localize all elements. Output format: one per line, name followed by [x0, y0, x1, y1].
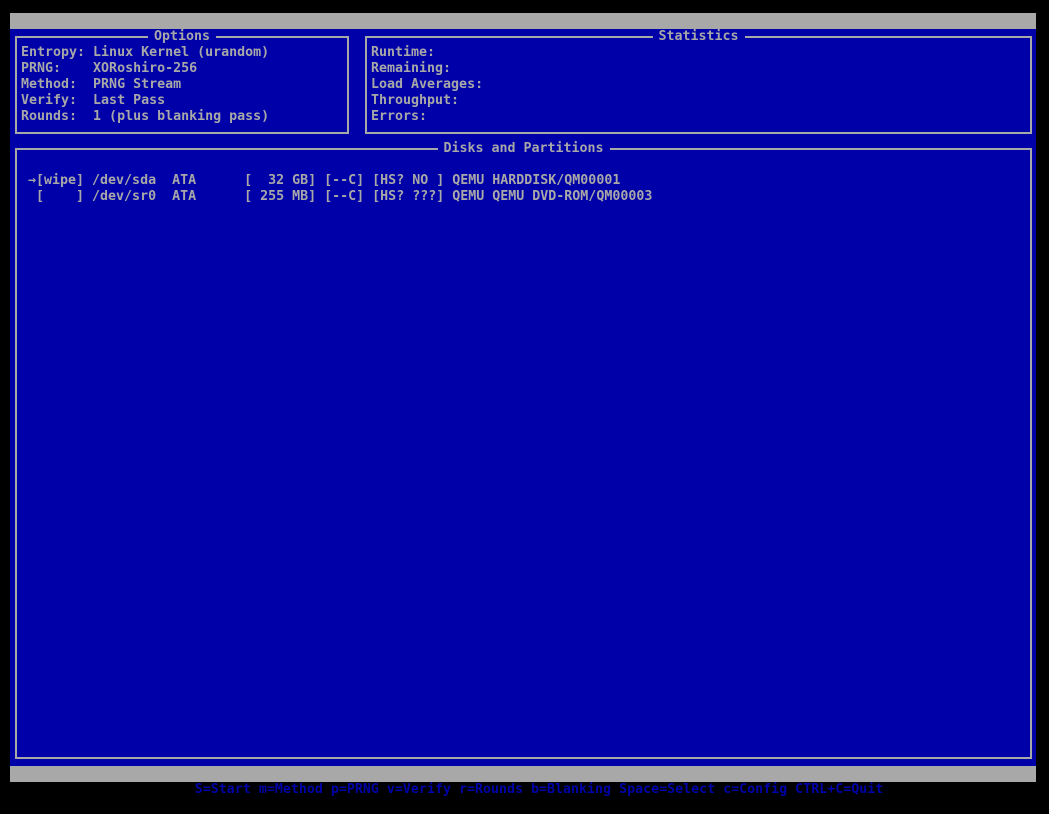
option-value: 1 (plus blanking pass): [93, 109, 269, 125]
option-row-prng: PRNG: XORoshiro-256: [21, 61, 347, 77]
disk-health-status: [HS? ???]: [372, 189, 444, 205]
option-label: Method:: [21, 77, 93, 93]
option-row-verify: Verify: Last Pass: [21, 93, 347, 109]
stat-label: Remaining:: [371, 61, 451, 77]
disk-bus: ATA: [172, 189, 196, 205]
stat-row-throughput: Throughput:: [371, 93, 1030, 109]
disk-health-status: [HS? NO ]: [372, 173, 444, 189]
disk-list: →[wipe] /dev/sda ATA [ 32 GB] [--C] [HS?…: [17, 150, 1030, 205]
disk-model: QEMU QEMU DVD-ROM/QM00003: [452, 189, 652, 205]
terminal-main-area: Options Entropy: Linux Kernel (urandom) …: [10, 29, 1036, 766]
terminal-screen: ShredOS v2024.02.2_26.0_x86-64_0.37 Opti…: [10, 13, 1036, 782]
options-fields: Entropy: Linux Kernel (urandom) PRNG: XO…: [17, 38, 347, 125]
hotkey-hints: S=Start m=Method p=PRNG v=Verify r=Round…: [195, 782, 883, 797]
disk-size: [ 255 MB]: [244, 189, 316, 205]
disk-selection-cell[interactable]: →[wipe]: [28, 173, 84, 189]
disks-panel: Disks and Partitions →[wipe] /dev/sda AT…: [15, 148, 1032, 759]
option-value: PRNG Stream: [93, 77, 181, 93]
disk-device: /dev/sr0: [92, 189, 156, 205]
option-label: Verify:: [21, 93, 93, 109]
option-value: XORoshiro-256: [93, 61, 197, 77]
disk-device: /dev/sda: [92, 173, 156, 189]
options-panel-title: Options: [148, 29, 216, 45]
stat-row-runtime: Runtime:: [371, 45, 1030, 61]
option-value: Last Pass: [93, 93, 165, 109]
option-label: Entropy:: [21, 45, 93, 61]
option-row-method: Method: PRNG Stream: [21, 77, 347, 93]
options-panel: Options Entropy: Linux Kernel (urandom) …: [15, 36, 349, 134]
stat-label: Throughput:: [371, 93, 459, 109]
option-label: Rounds:: [21, 109, 93, 125]
stat-label: Runtime:: [371, 45, 443, 61]
disk-bus: ATA: [172, 173, 196, 189]
statistics-panel: Statistics Runtime: Remaining: Load Aver…: [365, 36, 1032, 134]
statistics-fields: Runtime: Remaining: Load Averages: Throu…: [367, 38, 1030, 125]
disk-selection-cell[interactable]: [ ]: [28, 189, 84, 205]
disk-model: QEMU HARDDISK/QM00001: [452, 173, 620, 189]
disk-row-sr0[interactable]: [ ] /dev/sr0 ATA [ 255 MB] [--C] [HS? ??…: [28, 189, 1030, 205]
disk-row-sda[interactable]: →[wipe] /dev/sda ATA [ 32 GB] [--C] [HS?…: [28, 173, 1030, 189]
stat-label: Load Averages:: [371, 77, 483, 93]
disk-flags: [--C]: [324, 173, 364, 189]
stat-row-load-averages: Load Averages:: [371, 77, 1030, 93]
hotkey-bar: S=Start m=Method p=PRNG v=Verify r=Round…: [10, 766, 1036, 782]
option-value: Linux Kernel (urandom): [93, 45, 269, 61]
option-row-entropy: Entropy: Linux Kernel (urandom): [21, 45, 347, 61]
stat-label: Errors:: [371, 109, 443, 125]
stat-row-remaining: Remaining:: [371, 61, 1030, 77]
disks-panel-title: Disks and Partitions: [437, 141, 609, 157]
disk-flags: [--C]: [324, 189, 364, 205]
stat-row-errors: Errors:: [371, 109, 1030, 125]
disk-size: [ 32 GB]: [244, 173, 316, 189]
title-bar: ShredOS v2024.02.2_26.0_x86-64_0.37: [10, 13, 1036, 29]
statistics-panel-title: Statistics: [652, 29, 744, 45]
option-row-rounds: Rounds: 1 (plus blanking pass): [21, 109, 347, 125]
option-label: PRNG:: [21, 61, 93, 77]
